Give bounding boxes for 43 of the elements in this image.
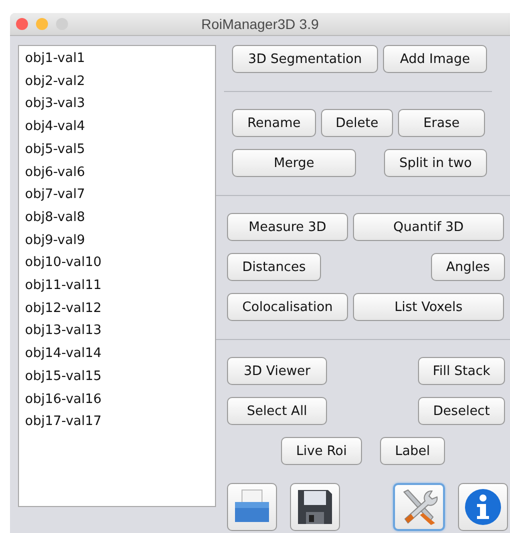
list-item[interactable]: obj14-val14	[19, 343, 102, 366]
action-button[interactable]: Merge	[232, 149, 356, 177]
print-button[interactable]	[227, 483, 277, 531]
list-item[interactable]: obj9-val9	[19, 230, 85, 252]
action-button[interactable]: Delete	[321, 109, 393, 137]
list-item[interactable]: obj15-val15	[19, 366, 102, 389]
action-button[interactable]: Rename	[232, 109, 316, 137]
action-button[interactable]: Colocalisation	[227, 293, 348, 321]
info-button[interactable]	[458, 483, 508, 531]
action-button[interactable]: List Voxels	[353, 293, 504, 321]
list-item[interactable]: obj10-val10	[19, 252, 102, 276]
list-item[interactable]: obj13-val13	[19, 320, 102, 344]
list-item[interactable]: obj7-val7	[19, 184, 85, 207]
list-item[interactable]: obj5-val5	[19, 138, 85, 162]
list-item[interactable]: obj2-val2	[19, 70, 85, 94]
list-item[interactable]: obj1-val1	[19, 48, 85, 71]
action-button[interactable]: Distances	[227, 253, 321, 281]
action-button[interactable]: Split in two	[384, 149, 487, 177]
action-button[interactable]: 3D Segmentation	[232, 45, 378, 73]
list-item[interactable]: obj12-val12	[19, 298, 102, 320]
list-item[interactable]: obj17-val17	[19, 411, 102, 434]
window-control-button[interactable]	[16, 18, 28, 30]
action-button[interactable]: Select All	[227, 397, 327, 425]
action-button[interactable]: Add Image	[383, 45, 487, 73]
tools-button[interactable]	[393, 483, 445, 531]
action-button[interactable]: Angles	[431, 253, 505, 281]
action-button[interactable]: Deselect	[418, 397, 505, 425]
window-title: RoiManager3D 3.9	[201, 16, 319, 32]
info-icon	[463, 487, 503, 527]
action-button[interactable]: Fill Stack	[418, 357, 505, 385]
list-item[interactable]: obj6-val6	[19, 162, 85, 184]
list-item[interactable]: obj8-val8	[19, 206, 85, 230]
action-button[interactable]: Measure 3D	[227, 213, 348, 241]
action-button[interactable]: Live Roi	[281, 437, 362, 465]
list-item[interactable]: obj16-val16	[19, 388, 102, 412]
action-button[interactable]: 3D Viewer	[227, 357, 327, 385]
action-button[interactable]: Quantif 3D	[353, 213, 504, 241]
save-button[interactable]	[290, 483, 340, 531]
action-button[interactable]: Erase	[398, 109, 485, 137]
list-item[interactable]: obj3-val3	[19, 93, 85, 116]
action-button[interactable]: Label	[380, 437, 445, 465]
list-item[interactable]: obj4-val4	[19, 116, 85, 139]
list-item[interactable]: obj11-val11	[19, 275, 102, 298]
